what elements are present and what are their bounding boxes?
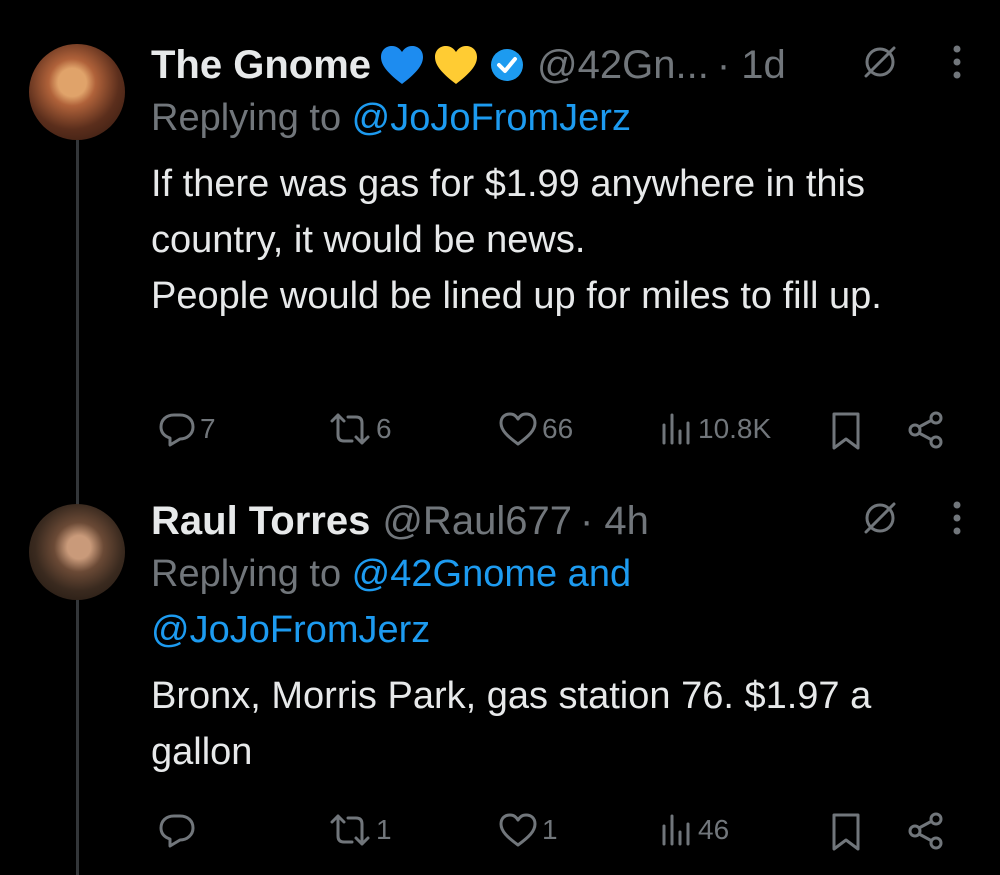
like-icon [498, 411, 538, 447]
share-icon [906, 812, 946, 850]
verified-badge-icon [489, 47, 525, 83]
action-bar: 7 6 66 10.8K [158, 411, 958, 451]
bookmark-button[interactable] [830, 812, 862, 852]
like-count: 66 [542, 413, 574, 444]
timestamp[interactable]: · 1d [717, 43, 786, 88]
avatar[interactable] [29, 44, 125, 140]
reply-icon [158, 411, 196, 447]
share-button[interactable] [906, 411, 946, 449]
reply-button[interactable] [158, 812, 200, 848]
replying-prefix: Replying to [151, 553, 352, 595]
reply-icon [158, 812, 196, 848]
reply-button[interactable]: 7 [158, 411, 216, 447]
repost-icon [328, 812, 372, 848]
views-button[interactable]: 10.8K [658, 411, 771, 447]
like-icon [498, 812, 538, 848]
more-options-icon[interactable] [952, 44, 962, 80]
views-button[interactable]: 46 [658, 812, 729, 848]
repost-count: 1 [376, 814, 392, 845]
like-button[interactable]: 66 [498, 411, 573, 447]
repost-button[interactable]: 6 [328, 411, 392, 447]
tweet-header: The Gnome @42Gn... · 1d [151, 40, 786, 90]
replying-prefix: Replying to [151, 97, 352, 139]
bookmark-icon [830, 812, 862, 852]
tweet-text: Bronx, Morris Park, gas station 76. $1.9… [151, 675, 872, 773]
repost-count: 6 [376, 413, 392, 444]
views-icon [658, 411, 694, 447]
mention-link[interactable]: @JoJoFromJerz [352, 97, 631, 139]
share-button[interactable] [906, 812, 946, 850]
grok-icon[interactable] [860, 498, 900, 538]
like-count: 1 [542, 814, 558, 845]
tweet[interactable]: The Gnome @42Gn... · 1d Replying to @JoJ… [0, 0, 1000, 470]
timestamp[interactable]: · 4h [580, 499, 649, 544]
views-count: 46 [698, 814, 730, 845]
like-button[interactable]: 1 [498, 812, 558, 848]
avatar[interactable] [29, 504, 125, 600]
grok-icon[interactable] [860, 42, 900, 82]
views-count: 10.8K [698, 413, 772, 444]
views-icon [658, 812, 694, 848]
handle[interactable]: @42Gn... [537, 43, 709, 88]
repost-icon [328, 411, 372, 447]
header-actions [860, 42, 962, 82]
reply-count: 7 [200, 413, 216, 444]
more-options-icon[interactable] [952, 500, 962, 536]
replying-to: Replying to @42Gnome and @JoJoFromJerz [151, 546, 851, 658]
action-bar: 1 1 46 [158, 812, 958, 852]
handle[interactable]: @Raul677 [382, 499, 572, 544]
tweet-text: If there was gas for $1.99 anywhere in t… [151, 163, 882, 317]
bookmark-button[interactable] [830, 411, 862, 451]
yellow-heart-icon [433, 44, 479, 86]
repost-button[interactable]: 1 [328, 812, 392, 848]
bookmark-icon [830, 411, 862, 451]
display-name[interactable]: The Gnome [151, 43, 371, 88]
tweet-header: Raul Torres @Raul677 · 4h [151, 496, 649, 546]
replying-to: Replying to @JoJoFromJerz [151, 90, 631, 146]
display-name[interactable]: Raul Torres [151, 499, 370, 544]
share-icon [906, 411, 946, 449]
tweet[interactable]: Raul Torres @Raul677 · 4h Replying to @4… [0, 470, 1000, 875]
header-actions [860, 498, 962, 538]
blue-heart-icon [379, 44, 425, 86]
